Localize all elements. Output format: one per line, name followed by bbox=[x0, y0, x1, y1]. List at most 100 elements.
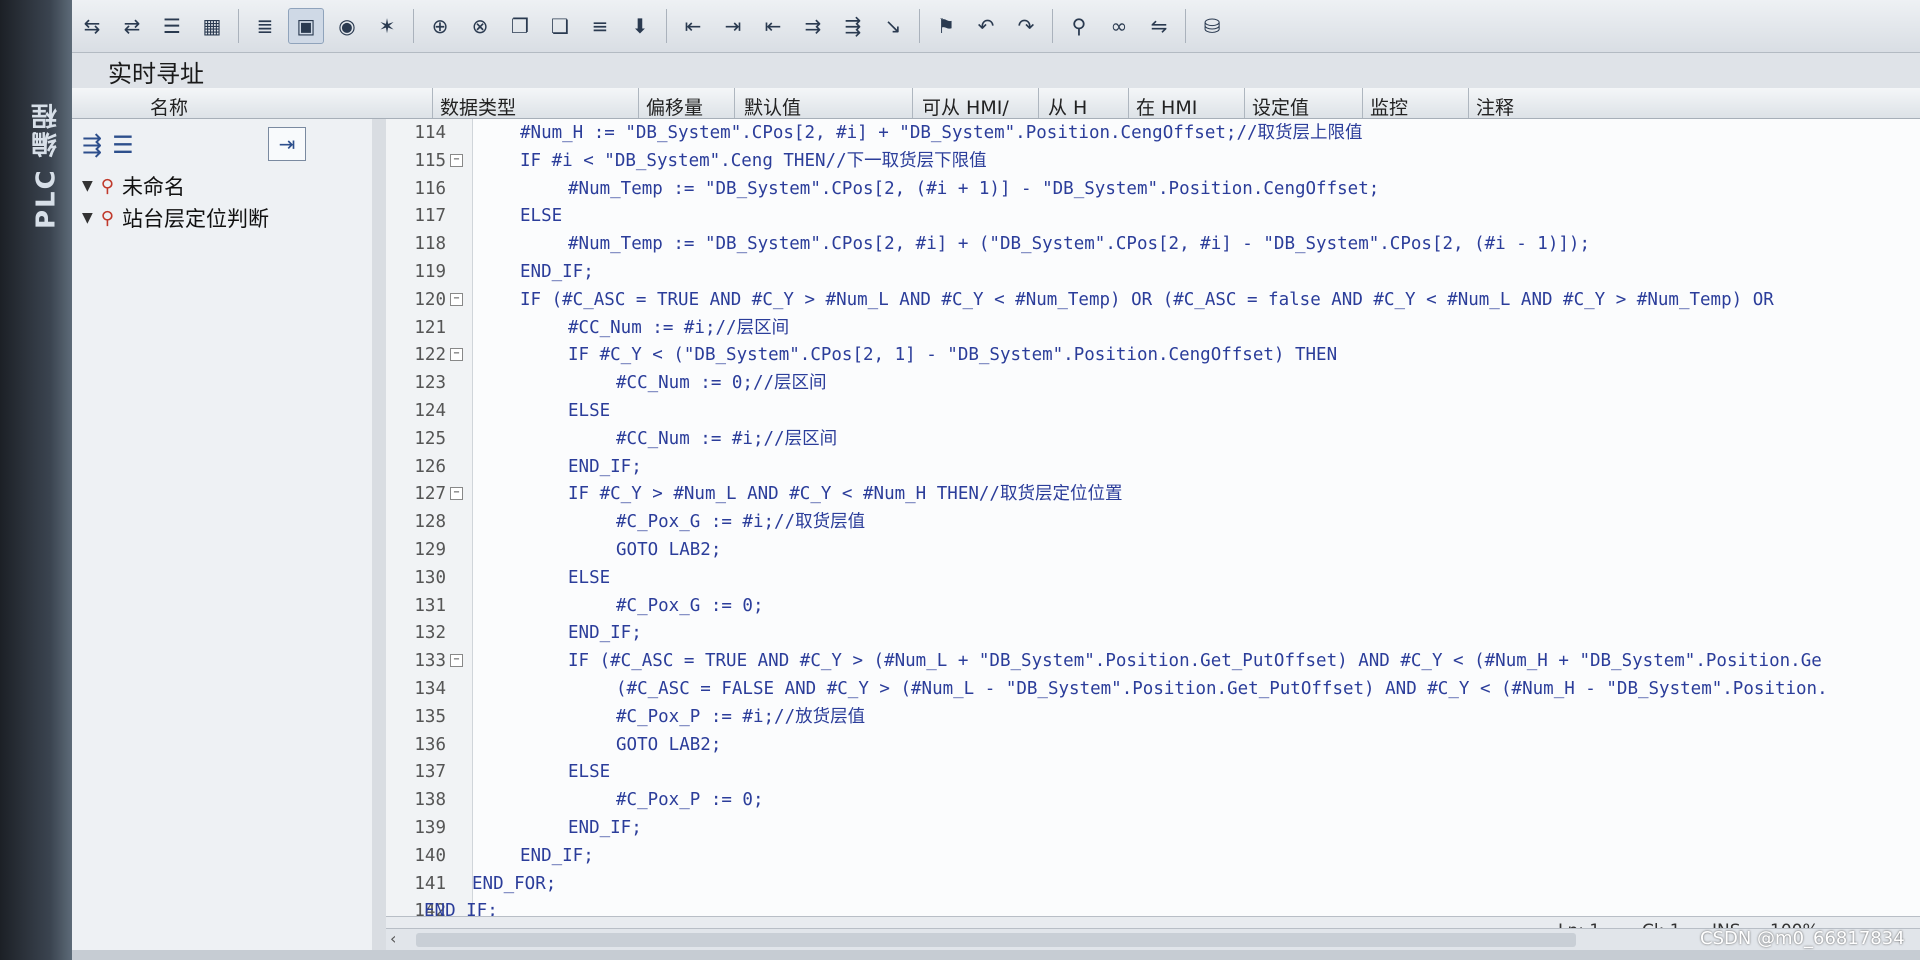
list-view-icon[interactable]: ☰ bbox=[112, 131, 134, 159]
col-offset[interactable]: 偏移量 bbox=[646, 93, 703, 120]
scl-code-editor[interactable]: 114 #Num_H := "DB_System".CPos[2, #i] + "… bbox=[386, 119, 1920, 929]
indent-icon[interactable]: ⇥ bbox=[716, 9, 750, 43]
code-text[interactable]: #C_Pox_G := #i;//取货层值 bbox=[616, 508, 865, 536]
code-text[interactable]: IF (#C_ASC = TRUE AND #C_Y > (#Num_L + "… bbox=[568, 647, 1822, 675]
code-text[interactable]: #Num_H := "DB_System".CPos[2, #i] + "DB_… bbox=[520, 119, 1363, 147]
code-line[interactable]: 129 GOTO LAB2; bbox=[386, 536, 1920, 564]
code-text[interactable]: (#C_ASC = FALSE AND #C_Y > (#Num_L - "DB… bbox=[616, 675, 1828, 703]
code-text[interactable]: END_IF; bbox=[568, 814, 642, 842]
breakpoint-add-icon[interactable]: ⊕ bbox=[423, 9, 457, 43]
horizontal-scrollbar[interactable]: ‹ bbox=[386, 928, 1920, 951]
code-line[interactable]: 116 #Num_Temp := "DB_System".CPos[2, (#i … bbox=[386, 175, 1920, 203]
code-line[interactable]: 119 END_IF; bbox=[386, 258, 1920, 286]
indent-left-icon[interactable]: ⇤ bbox=[676, 9, 710, 43]
code-line[interactable]: 126 END_IF; bbox=[386, 453, 1920, 481]
code-text[interactable]: ELSE bbox=[568, 397, 610, 425]
code-line[interactable]: 122− IF #C_Y < ("DB_System".CPos[2, 1] - … bbox=[386, 341, 1920, 369]
code-text[interactable]: END_IF; bbox=[520, 842, 594, 870]
bookmark-icon[interactable]: ⚑ bbox=[929, 9, 963, 43]
column-divider[interactable] bbox=[638, 88, 639, 118]
scrollbar-thumb[interactable] bbox=[416, 933, 1576, 947]
connect-icon[interactable]: ↘ bbox=[876, 9, 910, 43]
code-line[interactable]: 139 END_IF; bbox=[386, 814, 1920, 842]
fold-toggle-icon[interactable]: − bbox=[450, 654, 463, 668]
code-line[interactable]: 137 ELSE bbox=[386, 758, 1920, 786]
col-monitor[interactable]: 监控 bbox=[1370, 93, 1408, 120]
tree-item-station-layer[interactable]: ▼ ⚲ 站台层定位判断 bbox=[82, 203, 269, 233]
code-text[interactable]: END_IF; bbox=[568, 619, 642, 647]
paste-icon[interactable]: ❏ bbox=[543, 9, 577, 43]
delete-network-icon[interactable]: ⇄ bbox=[115, 9, 149, 43]
code-line[interactable]: 127− IF #C_Y > #Num_L AND #C_Y < #Num_H T… bbox=[386, 480, 1920, 508]
column-divider[interactable] bbox=[432, 88, 433, 118]
code-line[interactable]: 121 #CC_Num := #i;//层区间 bbox=[386, 314, 1920, 342]
col-comment[interactable]: 注释 bbox=[1476, 93, 1514, 120]
tree-item-unnamed[interactable]: ▼ ⚲ 未命名 bbox=[82, 171, 185, 201]
code-line[interactable]: 134 (#C_ASC = FALSE AND #C_Y > (#Num_L - … bbox=[386, 675, 1920, 703]
outdent-icon[interactable]: ⇤ bbox=[756, 9, 790, 43]
code-line[interactable]: 120− IF (#C_ASC = TRUE AND #C_Y > #Num_L … bbox=[386, 286, 1920, 314]
code-text[interactable]: #CC_Num := 0;//层区间 bbox=[616, 369, 827, 397]
code-line[interactable]: 138 #C_Pox_P := 0; bbox=[386, 786, 1920, 814]
column-divider[interactable] bbox=[912, 88, 913, 118]
code-line[interactable]: 128 #C_Pox_G := #i;//取货层值 bbox=[386, 508, 1920, 536]
code-line[interactable]: 123 #CC_Num := 0;//层区间 bbox=[386, 369, 1920, 397]
comment-icon[interactable]: ⇉ bbox=[796, 9, 830, 43]
list-icon[interactable]: ≣ bbox=[248, 9, 282, 43]
col-from-hmi[interactable]: 从 H bbox=[1048, 93, 1087, 120]
code-line[interactable]: 130 ELSE bbox=[386, 564, 1920, 592]
panel-splitter[interactable] bbox=[372, 119, 386, 960]
code-line[interactable]: 132 END_IF; bbox=[386, 619, 1920, 647]
chevron-down-icon[interactable]: ▼ bbox=[82, 178, 93, 194]
code-text[interactable]: #C_Pox_G := 0; bbox=[616, 592, 764, 620]
code-text[interactable]: END_FOR; bbox=[472, 870, 556, 898]
fold-toggle-icon[interactable]: − bbox=[450, 487, 463, 501]
col-datatype[interactable]: 数据类型 bbox=[440, 93, 516, 120]
col-name[interactable]: 名称 bbox=[150, 93, 188, 120]
code-text[interactable]: ELSE bbox=[568, 564, 610, 592]
column-divider[interactable] bbox=[1244, 88, 1245, 118]
code-text[interactable]: ELSE bbox=[520, 202, 562, 230]
absolute-address-icon[interactable]: ▣ bbox=[288, 8, 324, 44]
code-line[interactable]: 125 #CC_Num := #i;//层区间 bbox=[386, 425, 1920, 453]
plc-programming-tab[interactable]: PLC 编程 bbox=[26, 100, 66, 230]
breakpoint-remove-icon[interactable]: ⊗ bbox=[463, 9, 497, 43]
align-icon[interactable]: ≡ bbox=[583, 9, 617, 43]
code-line[interactable]: 133− IF (#C_ASC = TRUE AND #C_Y > (#Num_L… bbox=[386, 647, 1920, 675]
code-line[interactable]: 115− IF #i < "DB_System".Ceng THEN//下一取货层… bbox=[386, 147, 1920, 175]
code-line[interactable]: 131 #C_Pox_G := 0; bbox=[386, 592, 1920, 620]
col-in-hmi[interactable]: 在 HMI bbox=[1136, 93, 1197, 120]
code-line[interactable]: 141 END_FOR; bbox=[386, 870, 1920, 898]
code-line[interactable]: 118 #Num_Temp := "DB_System".CPos[2, #i] … bbox=[386, 230, 1920, 258]
code-text[interactable]: GOTO LAB2; bbox=[616, 536, 721, 564]
redo-icon[interactable]: ↷ bbox=[1009, 9, 1043, 43]
column-divider[interactable] bbox=[1362, 88, 1363, 118]
code-text[interactable]: END_IF; bbox=[520, 258, 594, 286]
undo-icon[interactable]: ↶ bbox=[969, 9, 1003, 43]
copy-icon[interactable]: ❐ bbox=[503, 9, 537, 43]
database-icon[interactable]: ⛁ bbox=[1195, 9, 1229, 43]
code-text[interactable]: #C_Pox_P := 0; bbox=[616, 786, 764, 814]
code-text[interactable]: #CC_Num := #i;//层区间 bbox=[568, 314, 789, 342]
search-icon[interactable]: ⚲ bbox=[1062, 9, 1096, 43]
code-text[interactable]: #Num_Temp := "DB_System".CPos[2, (#i + 1… bbox=[568, 175, 1379, 203]
glasses-icon[interactable]: ∞ bbox=[1102, 9, 1136, 43]
code-text[interactable]: #CC_Num := #i;//层区间 bbox=[616, 425, 837, 453]
col-hmi-access[interactable]: 可从 HMI/ bbox=[922, 93, 1009, 120]
code-line[interactable]: 136 GOTO LAB2; bbox=[386, 731, 1920, 759]
col-default[interactable]: 默认值 bbox=[744, 93, 801, 120]
code-line[interactable]: 117 ELSE bbox=[386, 202, 1920, 230]
code-text[interactable]: ELSE bbox=[568, 758, 610, 786]
uncomment-icon[interactable]: ⇶ bbox=[836, 9, 870, 43]
fold-toggle-icon[interactable]: − bbox=[450, 292, 463, 306]
code-text[interactable]: GOTO LAB2; bbox=[616, 731, 721, 759]
chevron-down-icon[interactable]: ▼ bbox=[82, 210, 93, 226]
code-line[interactable]: 124 ELSE bbox=[386, 397, 1920, 425]
download-icon[interactable]: ⬇ bbox=[623, 9, 657, 43]
scroll-left-icon[interactable]: ‹ bbox=[390, 929, 396, 948]
fold-toggle-icon[interactable]: − bbox=[450, 348, 463, 362]
insert-network-icon[interactable]: ⇆ bbox=[75, 9, 109, 43]
code-text[interactable]: #Num_Temp := "DB_System".CPos[2, #i] + (… bbox=[568, 230, 1590, 258]
column-divider[interactable] bbox=[1128, 88, 1129, 118]
column-divider[interactable] bbox=[1038, 88, 1039, 118]
